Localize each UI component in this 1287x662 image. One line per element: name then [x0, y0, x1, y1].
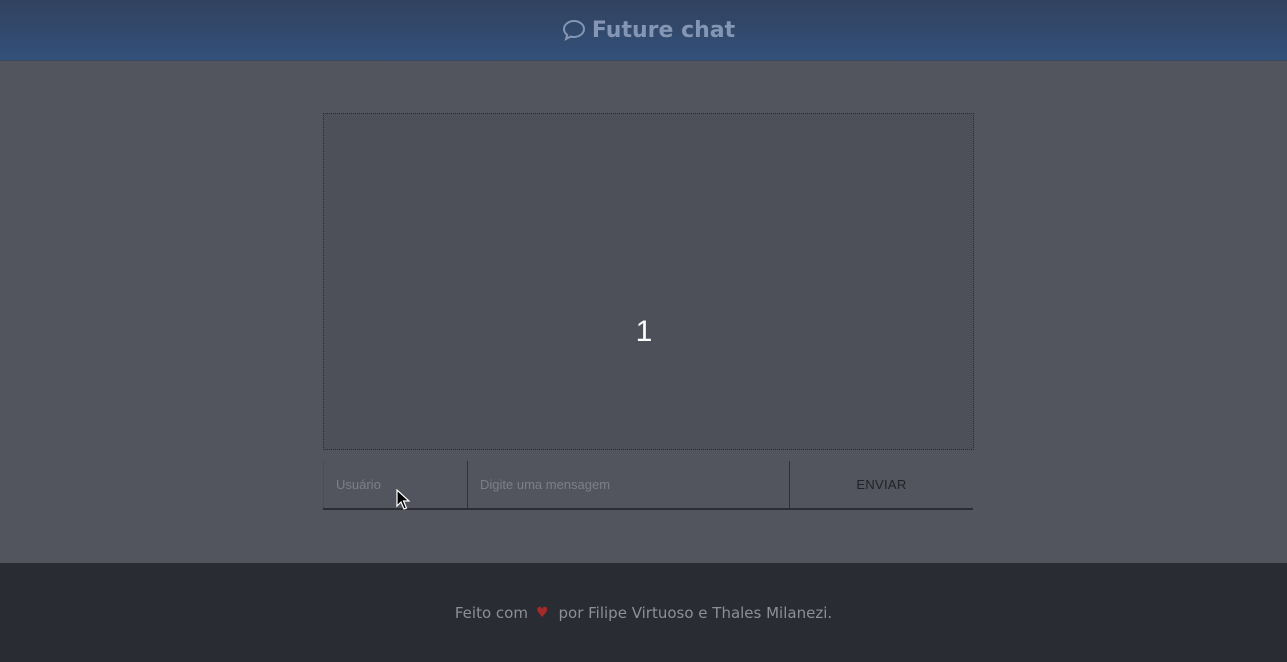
send-button[interactable]: ENVIAR [789, 461, 973, 508]
brand: Future chat [562, 18, 735, 43]
app-title: Future chat [591, 17, 736, 43]
message-counter: 1 [635, 315, 653, 348]
message-input[interactable] [467, 461, 789, 508]
page-footer: Feito com ♥ por Filipe Virtuoso e Thales… [0, 563, 1287, 662]
app-header: Future chat [0, 0, 1287, 61]
chat-form: ENVIAR [323, 461, 973, 510]
mouse-cursor-icon [396, 488, 411, 511]
footer-made-with: Feito com [454, 603, 528, 622]
footer-authors: por Filipe Virtuoso e Thales Milanezi. [558, 603, 833, 622]
heart-icon: ♥ [535, 604, 549, 621]
username-input[interactable] [323, 461, 467, 508]
speech-bubble-icon [562, 19, 586, 41]
chat-messages-box: 1 [323, 113, 974, 450]
main-area: 1 ENVIAR [0, 61, 1287, 563]
